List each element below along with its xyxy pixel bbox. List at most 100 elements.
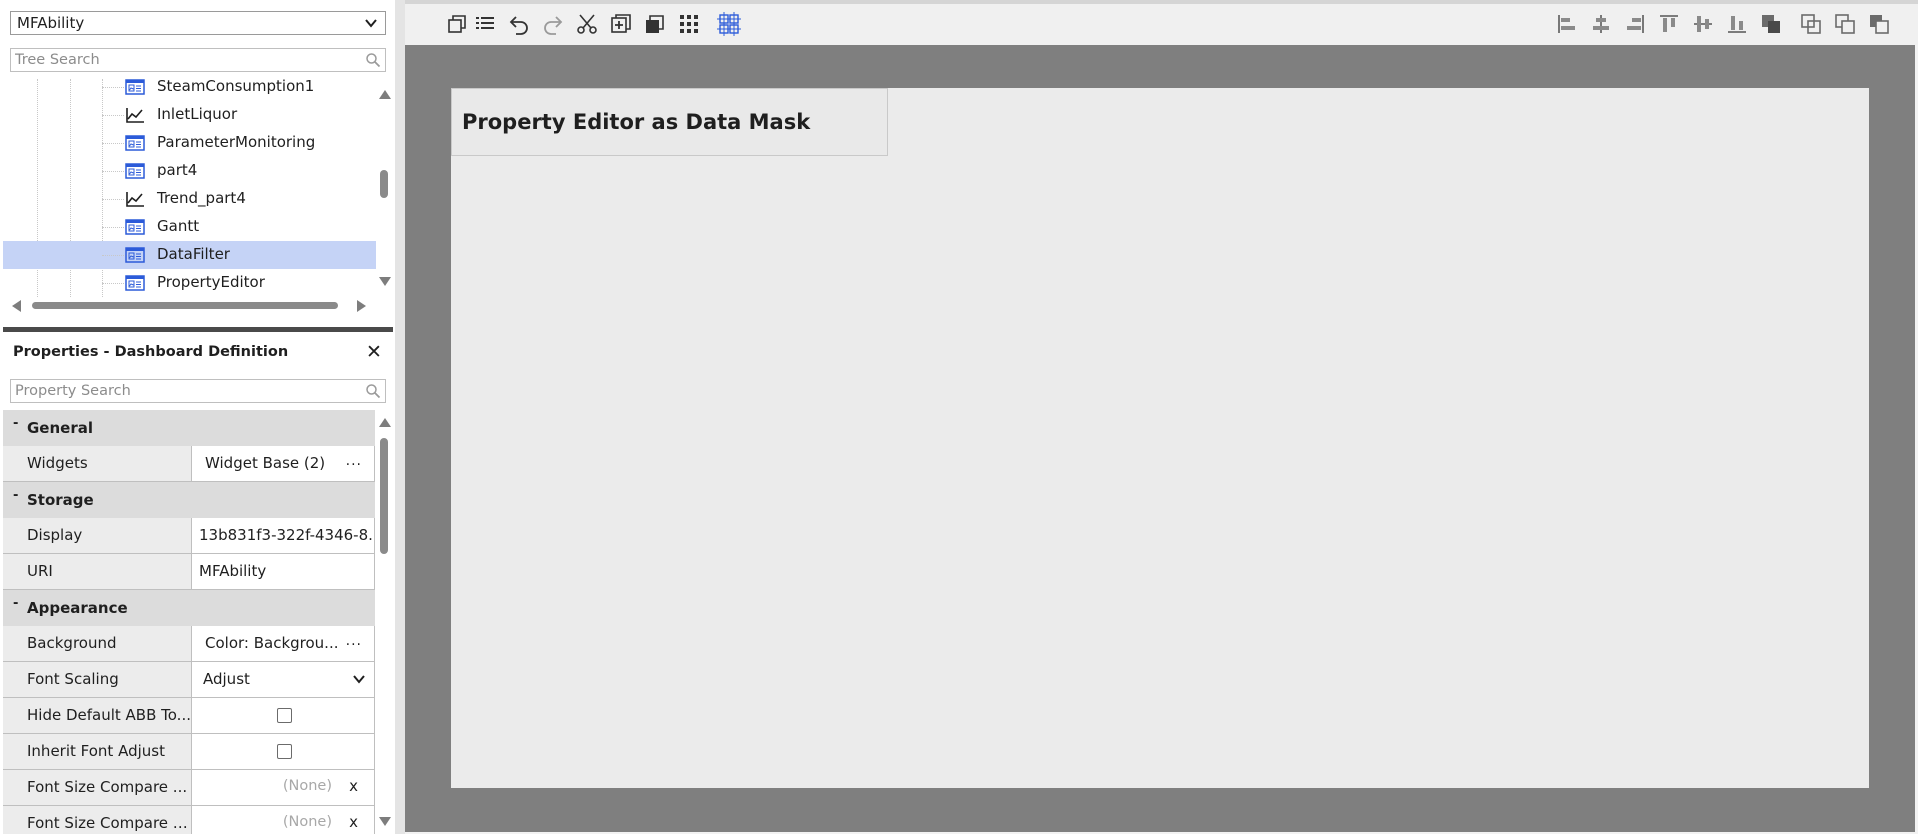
list-icon[interactable]: [473, 12, 497, 36]
align-right-icon[interactable]: [1623, 12, 1647, 36]
tree-item[interactable]: part4: [3, 157, 376, 185]
property-name: Inherit Font Adjust: [3, 734, 192, 769]
property-value-display[interactable]: 13b831f3-322f-4346-8...: [193, 518, 375, 553]
property-name: Background: [3, 626, 192, 661]
design-stage: Property Editor as Data Mask: [405, 45, 1915, 832]
tree-item[interactable]: InletLiquor: [3, 101, 376, 129]
redo-icon[interactable]: [541, 12, 565, 36]
chevron-down-icon[interactable]: [352, 672, 366, 686]
property-value-font-size-compare-1[interactable]: (None) x: [193, 770, 375, 805]
scroll-thumb[interactable]: [32, 302, 338, 309]
scroll-up-arrow-icon[interactable]: [379, 418, 391, 427]
panel-splitter[interactable]: [3, 327, 393, 332]
overlap-icon[interactable]: [1759, 12, 1783, 36]
collapse-icon[interactable]: -: [13, 488, 18, 503]
ellipsis-button[interactable]: ...: [346, 453, 362, 469]
tree-view[interactable]: SteamConsumption1 InletLiquor ParameterMon…: [3, 79, 376, 297]
property-row-font-size-compare-2: Font Size Compare H... (None) x: [3, 806, 375, 834]
bring-to-front-icon[interactable]: [445, 12, 469, 36]
category-label: General: [27, 419, 93, 437]
scroll-left-arrow-icon[interactable]: [12, 300, 21, 312]
tree-item[interactable]: PropertyEditor: [3, 269, 376, 297]
property-row-widgets: Widgets Widget Base (2) ...: [3, 446, 375, 482]
panel-divider[interactable]: [395, 0, 405, 834]
editor-area: Property Editor as Data Mask: [405, 0, 1918, 834]
hide-default-checkbox[interactable]: [277, 708, 292, 723]
inherit-font-checkbox[interactable]: [277, 744, 292, 759]
scroll-down-arrow-icon[interactable]: [379, 817, 391, 826]
tree-item[interactable]: Gantt: [3, 213, 376, 241]
dashboard-icon: [125, 218, 145, 236]
cut-icon[interactable]: [575, 12, 599, 36]
trend-chart-icon: [125, 190, 145, 208]
align-top-icon[interactable]: [1657, 12, 1681, 36]
property-search-input[interactable]: [11, 380, 351, 402]
chevron-down-icon: [365, 19, 377, 28]
same-width-icon[interactable]: [1833, 12, 1857, 36]
tree-item[interactable]: DataFilter: [3, 241, 376, 269]
snap-grid-icon[interactable]: [717, 12, 741, 36]
category-storage[interactable]: - Storage: [3, 482, 375, 518]
dashboard-select[interactable]: MFAbility: [10, 11, 386, 35]
property-name: Font Scaling: [3, 662, 192, 697]
scroll-right-arrow-icon[interactable]: [357, 300, 366, 312]
editor-toolbar: [405, 0, 1918, 45]
properties-vertical-scrollbar[interactable]: [376, 414, 392, 830]
property-name: Font Size Compare ...: [3, 770, 192, 805]
tree-item[interactable]: SteamConsumption1: [3, 79, 376, 101]
title-widget[interactable]: Property Editor as Data Mask: [451, 88, 888, 156]
search-icon[interactable]: [365, 52, 381, 68]
align-center-icon[interactable]: [1589, 12, 1613, 36]
collapse-icon[interactable]: -: [13, 416, 18, 431]
duplicate-icon[interactable]: [643, 12, 667, 36]
tree-item-label: Gantt: [157, 217, 200, 235]
property-value-background[interactable]: Color: Backgrou... ...: [193, 626, 375, 661]
close-icon[interactable]: ✕: [364, 342, 384, 362]
property-row-inherit-font: Inherit Font Adjust: [3, 734, 375, 770]
scroll-thumb[interactable]: [380, 170, 388, 198]
tree-branch-line: [102, 87, 124, 88]
align-bottom-icon[interactable]: [1725, 12, 1749, 36]
same-size-icon[interactable]: [1799, 12, 1823, 36]
property-value: (None): [282, 778, 332, 794]
clear-button[interactable]: x: [349, 777, 358, 795]
scroll-up-arrow-icon[interactable]: [379, 90, 391, 99]
tree-branch-line: [102, 171, 124, 172]
property-value-uri[interactable]: MFAbility: [193, 554, 375, 589]
scroll-thumb[interactable]: [380, 438, 388, 554]
tree-horizontal-scrollbar[interactable]: [10, 298, 368, 312]
property-value: Adjust: [203, 670, 250, 688]
dashboard-select-value: MFAbility: [17, 14, 85, 32]
tree-search-box: [10, 48, 386, 72]
property-value-font-size-compare-2[interactable]: (None) x: [193, 806, 375, 834]
tree-branch-line: [102, 115, 124, 116]
property-row-uri: URI MFAbility: [3, 554, 375, 590]
tree-branch-line: [102, 255, 124, 256]
tree-item-label: SteamConsumption1: [157, 79, 315, 95]
category-general[interactable]: - General: [3, 410, 375, 446]
collapse-icon[interactable]: -: [13, 596, 18, 611]
tree-item[interactable]: Trend_part4: [3, 185, 376, 213]
dashboard-icon: [125, 134, 145, 152]
category-appearance[interactable]: - Appearance: [3, 590, 375, 626]
font-scaling-dropdown[interactable]: Adjust: [193, 662, 375, 697]
tree-vertical-scrollbar[interactable]: [376, 86, 392, 290]
grid-dots-icon[interactable]: [677, 12, 701, 36]
ellipsis-button[interactable]: ...: [346, 633, 362, 649]
tree-search-input[interactable]: [11, 49, 351, 71]
tree-item[interactable]: ParameterMonitoring: [3, 129, 376, 157]
add-widget-icon[interactable]: [609, 12, 633, 36]
tree-item-label: DataFilter: [157, 245, 230, 263]
property-value: 13b831f3-322f-4346-8...: [199, 526, 375, 544]
dashboard-canvas[interactable]: Property Editor as Data Mask: [451, 88, 1869, 788]
search-icon[interactable]: [365, 383, 381, 399]
clear-button[interactable]: x: [349, 813, 358, 831]
align-middle-icon[interactable]: [1691, 12, 1715, 36]
tree-branch-line: [102, 227, 124, 228]
scroll-down-arrow-icon[interactable]: [379, 277, 391, 286]
property-value-widgets[interactable]: Widget Base (2) ...: [193, 446, 375, 481]
undo-icon[interactable]: [507, 12, 531, 36]
same-height-icon[interactable]: [1867, 12, 1891, 36]
tree-item-label: InletLiquor: [157, 105, 238, 123]
align-left-icon[interactable]: [1555, 12, 1579, 36]
